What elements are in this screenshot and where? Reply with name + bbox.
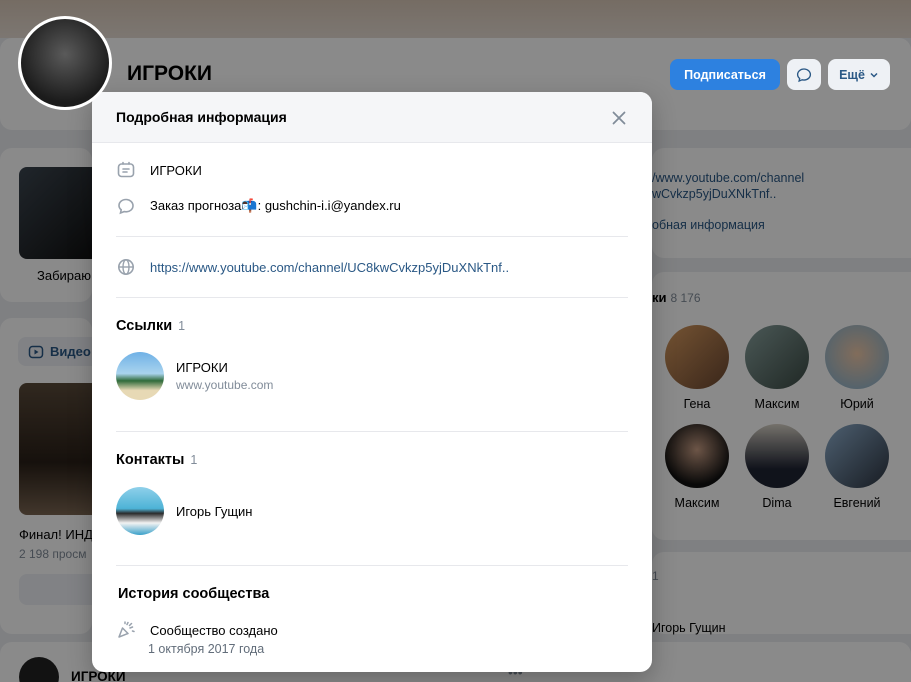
- more-button[interactable]: Ещё: [828, 59, 890, 90]
- info-name-row: ИГРОКИ: [116, 160, 202, 180]
- link-name: ИГРОКИ: [176, 360, 228, 375]
- more-button-label: Ещё: [839, 67, 865, 82]
- history-section-title: История сообщества: [118, 586, 270, 602]
- close-icon: [612, 111, 626, 125]
- modal-header: Подробная информация: [92, 92, 652, 143]
- message-button[interactable]: [787, 59, 821, 90]
- contact-avatar: [116, 487, 164, 535]
- contact-name: Игорь Гущин: [176, 503, 253, 519]
- comment-icon: [116, 196, 136, 216]
- chevron-down-icon: [870, 72, 878, 78]
- info-description-row: Заказ прогноза📬: gushchin-i.i@yandex.ru: [116, 196, 401, 216]
- separator: [116, 431, 628, 432]
- history-created-date: 1 октября 2017 года: [148, 642, 265, 656]
- message-icon: [796, 67, 812, 82]
- info-description: Заказ прогноза📬: gushchin-i.i@yandex.ru: [150, 198, 401, 213]
- contact-item[interactable]: Игорь Гущин: [116, 487, 252, 535]
- close-button[interactable]: [608, 107, 630, 129]
- subscribe-button[interactable]: Подписаться: [670, 59, 780, 90]
- history-created-row: Сообщество создано: [116, 620, 278, 640]
- community-icon: [116, 160, 136, 180]
- modal-title: Подробная информация: [116, 109, 287, 125]
- separator: [116, 297, 628, 298]
- contacts-count: 1: [190, 453, 198, 467]
- links-section-title: Ссылки 1: [116, 318, 185, 334]
- link-avatar: [116, 352, 164, 400]
- link-item[interactable]: ИГРОКИ www.youtube.com: [116, 352, 273, 400]
- separator: [116, 236, 628, 237]
- globe-icon: [116, 257, 136, 277]
- community-avatar[interactable]: [18, 16, 112, 110]
- contacts-section-title: Контакты 1: [116, 452, 197, 468]
- details-modal: Подробная информация ИГРОКИ Заказ прогно…: [92, 92, 652, 672]
- party-popper-icon: [116, 620, 136, 640]
- info-name: ИГРОКИ: [150, 162, 202, 178]
- contacts-title: Контакты: [116, 452, 185, 468]
- links-count: 1: [178, 319, 186, 333]
- website-link[interactable]: https://www.youtube.com/channel/UC8kwCvk…: [150, 260, 509, 275]
- link-url: www.youtube.com: [176, 378, 274, 392]
- separator: [116, 565, 628, 566]
- community-name: ИГРОКИ: [127, 62, 212, 85]
- history-created-label: Сообщество создано: [150, 622, 278, 638]
- info-website-row: https://www.youtube.com/channel/UC8kwCvk…: [116, 257, 509, 277]
- links-title: Ссылки: [116, 318, 173, 334]
